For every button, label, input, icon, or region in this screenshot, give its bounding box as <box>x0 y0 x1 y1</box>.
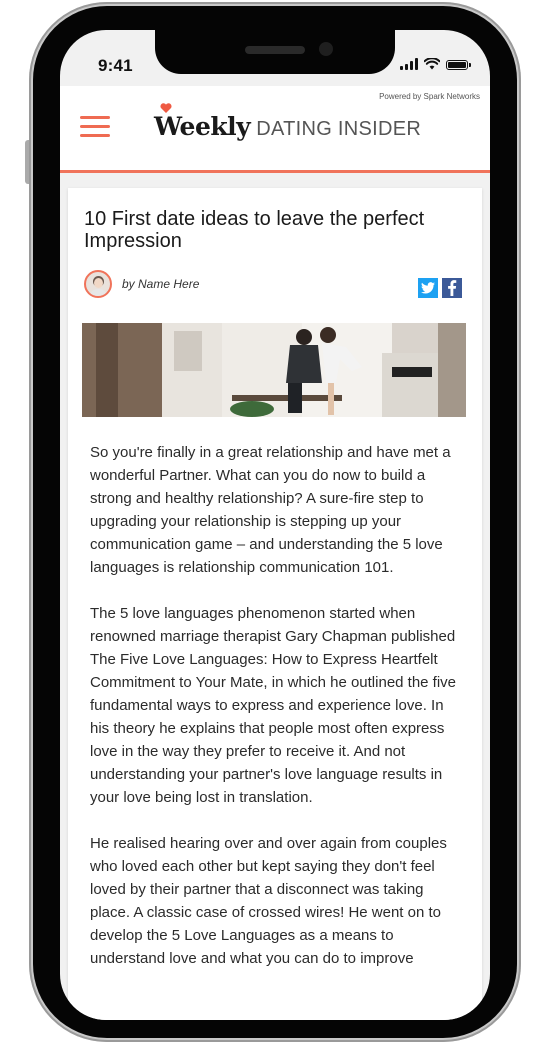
avatar[interactable] <box>84 270 112 298</box>
hero-image <box>82 323 466 417</box>
hamburger-icon[interactable] <box>80 116 110 138</box>
battery-icon <box>446 60 471 70</box>
heart-icon <box>160 103 172 113</box>
article-card: 10 First date ideas to leave the perfect… <box>68 188 482 1020</box>
powered-by-text: Powered by Spark Networks <box>379 92 480 101</box>
phone-notch <box>155 30 395 74</box>
logo-dating-insider: DATING INSIDER <box>256 118 422 140</box>
site-logo[interactable]: Weekly DATING INSIDER <box>154 103 422 141</box>
paragraph: So you're finally in a great relationshi… <box>90 444 451 576</box>
paragraph: The 5 love languages phenomenon started … <box>90 605 457 806</box>
article-body: So you're finally in a great relationshi… <box>90 441 460 993</box>
phone-screen: 9:41 Powered by Spark Networks Weekly DA… <box>60 30 490 1020</box>
author-row: by Name Here <box>84 270 199 298</box>
paragraph: He realised hearing over and over again … <box>90 835 447 967</box>
facebook-icon[interactable] <box>442 278 462 298</box>
twitter-icon[interactable] <box>418 278 438 298</box>
byline: by Name Here <box>122 277 200 291</box>
status-icons <box>400 58 471 70</box>
article-title: 10 First date ideas to leave the perfect… <box>84 208 425 252</box>
social-share <box>418 278 462 298</box>
wifi-icon <box>424 58 440 70</box>
status-time: 9:41 <box>98 56 133 75</box>
site-header: Powered by Spark Networks Weekly DATING … <box>60 86 490 173</box>
speaker <box>245 46 305 54</box>
logo-weekly: Weekly <box>154 103 251 141</box>
signal-icon <box>400 58 418 70</box>
camera <box>319 42 333 56</box>
